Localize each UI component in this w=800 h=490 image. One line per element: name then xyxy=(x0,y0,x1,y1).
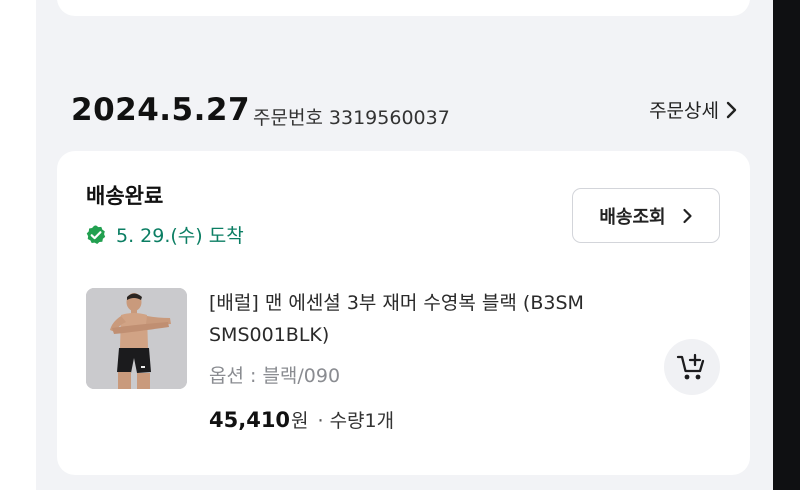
track-delivery-label: 배송조회 xyxy=(599,206,666,228)
product-name[interactable]: [배럴] 맨 에센셜 3부 재머 수영복 블랙 (B3SM SMS001BLK) xyxy=(209,287,659,351)
product-model-image xyxy=(86,288,187,389)
previous-order-card xyxy=(57,0,750,16)
track-delivery-button[interactable]: 배송조회 xyxy=(572,188,720,243)
order-date: 2024.5.27 xyxy=(71,92,251,128)
price-row: 45,410 원 · 수량1개 xyxy=(209,406,394,433)
chevron-right-icon xyxy=(726,101,737,118)
order-card: 배송완료 5. 29.(수) 도착 배송조회 [배럴] 맨 에센셜 3부 재머 … xyxy=(57,151,750,475)
verified-check-icon xyxy=(86,224,106,244)
order-detail-link[interactable]: 주문상세 xyxy=(649,96,737,123)
add-to-cart-button[interactable] xyxy=(664,339,720,395)
order-number-value: 3319560037 xyxy=(328,107,450,129)
separator-dot: · xyxy=(317,410,324,432)
add-to-cart-icon xyxy=(676,353,705,380)
delivery-status: 배송완료 xyxy=(86,184,164,208)
product-price: 45,410 xyxy=(209,408,291,432)
order-number-label: 주문번호 xyxy=(253,107,323,129)
arrival-info: 5. 29.(수) 도착 xyxy=(85,221,244,248)
product-option: 옵션 : 블랙/090 xyxy=(209,365,341,387)
product-quantity: 수량1개 xyxy=(329,410,395,432)
arrival-date: 5. 29.(수) 도착 xyxy=(116,225,244,247)
currency-label: 원 xyxy=(291,410,309,432)
right-gutter xyxy=(773,0,800,490)
left-gutter xyxy=(0,0,36,490)
chevron-right-icon xyxy=(683,208,692,223)
product-thumbnail[interactable] xyxy=(86,288,187,389)
order-header: 2024.5.27 주문번호 3319560037 주문상세 xyxy=(71,92,751,132)
order-detail-label: 주문상세 xyxy=(649,100,719,122)
order-number: 주문번호 3319560037 xyxy=(253,103,450,130)
